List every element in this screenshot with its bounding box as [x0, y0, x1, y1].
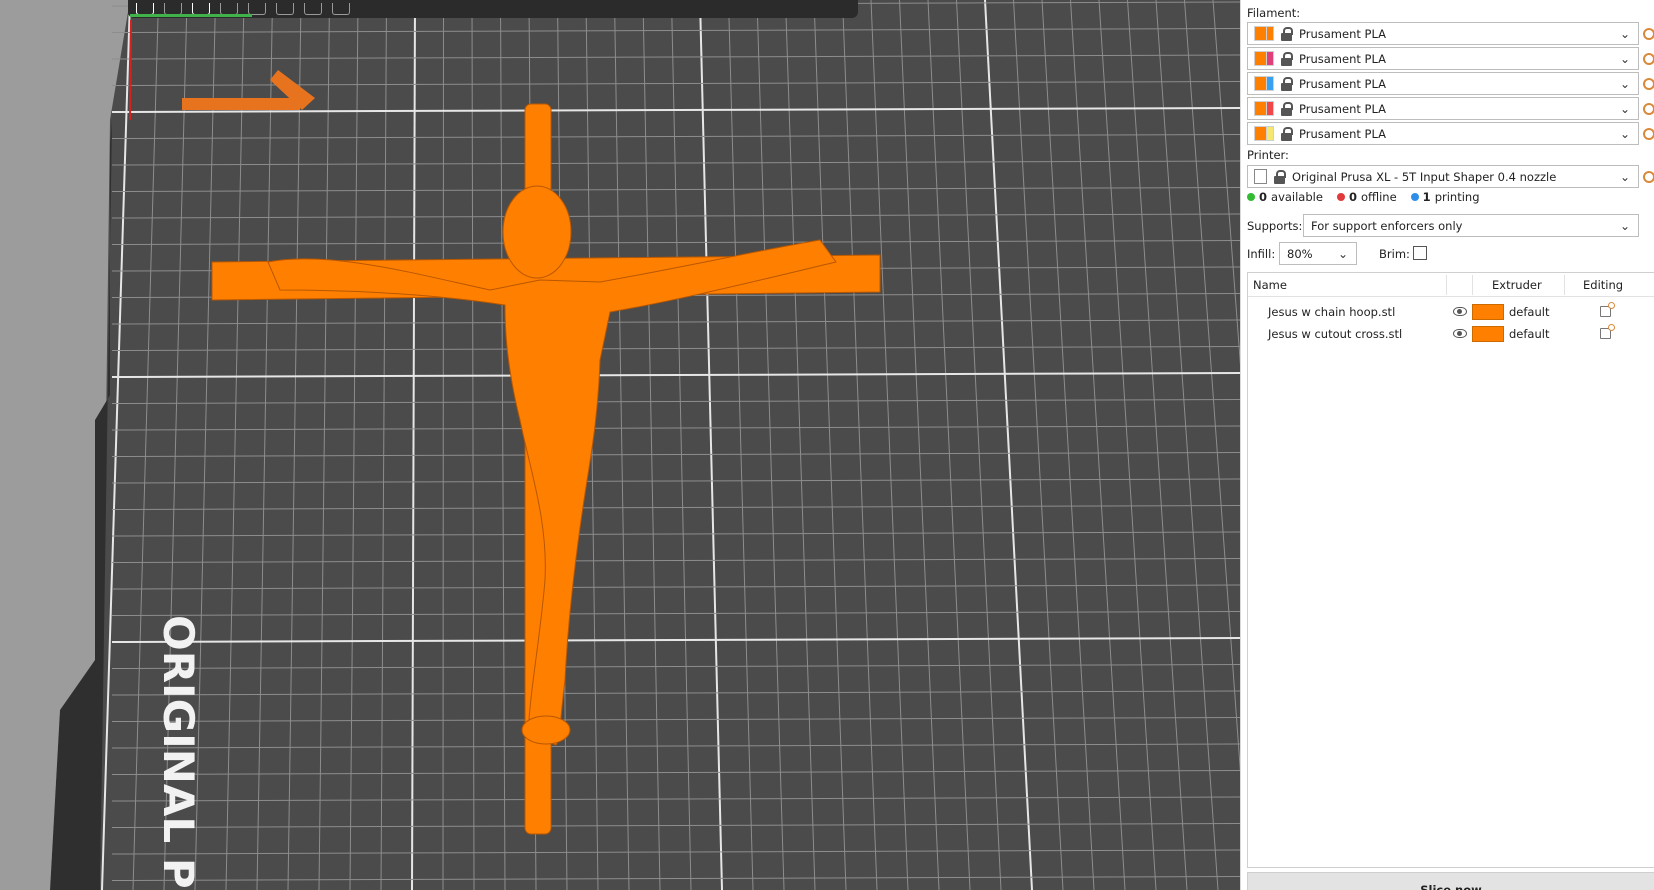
printer-combo[interactable]: Original Prusa XL - 5T Input Shaper 0.4 … — [1247, 165, 1639, 188]
filament-name: Prusament PLA — [1299, 126, 1386, 141]
eye-icon[interactable] — [1453, 329, 1467, 338]
grid-line — [442, 0, 444, 890]
lock-icon — [1280, 101, 1293, 116]
extruder-swatch[interactable] — [1472, 326, 1504, 342]
figure-head — [502, 185, 572, 279]
infill-label: Infill: — [1247, 247, 1276, 261]
bed-surface — [100, 0, 1240, 890]
filament-combo-3[interactable]: Prusament PLA ⌄ — [1247, 72, 1639, 95]
chevron-down-icon[interactable]: ⌄ — [1620, 170, 1630, 184]
printer-icon — [1254, 169, 1267, 184]
scene-canvas[interactable]: ORIGINAL PR — [0, 0, 1240, 890]
chevron-down-icon[interactable]: ⌄ — [1620, 219, 1630, 233]
column-name[interactable]: Name — [1253, 278, 1287, 292]
chevron-down-icon[interactable]: ⌄ — [1620, 27, 1630, 41]
lock-icon — [1280, 76, 1293, 91]
filament-name: Prusament PLA — [1299, 51, 1386, 66]
edit-settings-icon[interactable] — [1600, 302, 1615, 317]
filament-combo-1[interactable]: Prusament PLA ⌄ — [1247, 22, 1639, 45]
extruder-value[interactable]: default — [1509, 305, 1549, 319]
infill-value: 80% — [1287, 246, 1313, 261]
extruder-color-swatch — [1266, 51, 1274, 66]
extruder-color-swatch — [1266, 76, 1274, 91]
extruder-color-swatch — [1266, 26, 1274, 41]
filament-combo-4[interactable]: Prusament PLA ⌄ — [1247, 97, 1639, 120]
status-printing: 1 printing — [1410, 190, 1480, 204]
supports-label: Supports: — [1247, 219, 1303, 233]
infill-select[interactable]: 80% ⌄ — [1279, 242, 1357, 265]
filament-name: Prusament PLA — [1299, 101, 1386, 116]
status-dot-icon — [1410, 193, 1419, 201]
status-dot-icon — [1336, 193, 1345, 201]
filament-settings-gear-icon[interactable] — [1643, 28, 1654, 40]
printer-name: Original Prusa XL - 5T Input Shaper 0.4 … — [1292, 169, 1557, 184]
eye-icon[interactable] — [1453, 307, 1467, 316]
extruder-swatch[interactable] — [1472, 304, 1504, 320]
lock-icon — [1280, 126, 1293, 141]
filament-label: Filament: — [1247, 6, 1301, 20]
extruder-color-swatch — [1266, 126, 1274, 141]
printer-settings-gear-icon[interactable] — [1643, 171, 1654, 183]
filament-settings-gear-icon[interactable] — [1643, 128, 1654, 140]
column-divider — [1446, 275, 1447, 295]
filament-name: Prusament PLA — [1299, 26, 1386, 41]
filament-name: Prusament PLA — [1299, 76, 1386, 91]
extruder-color-swatch — [1266, 101, 1274, 116]
brim-label: Brim: — [1379, 247, 1410, 261]
chevron-down-icon[interactable]: ⌄ — [1338, 247, 1348, 261]
filament-settings-gear-icon[interactable] — [1643, 78, 1654, 90]
printer-label: Printer: — [1247, 148, 1289, 162]
lock-icon — [1280, 51, 1293, 66]
lock-icon — [1280, 26, 1293, 41]
chevron-down-icon[interactable]: ⌄ — [1620, 127, 1630, 141]
chevron-down-icon[interactable]: ⌄ — [1620, 102, 1630, 116]
split-icon[interactable] — [304, 3, 322, 15]
table-row[interactable]: Jesus w chain hoop.stl default — [1248, 301, 1654, 323]
bed-label-text: ORIGINAL PR — [154, 615, 203, 890]
lock-icon — [1273, 169, 1286, 184]
toolbar-active-indicator — [130, 14, 252, 17]
extruder-value[interactable]: default — [1509, 327, 1549, 341]
status-offline: 0 offline — [1336, 190, 1397, 204]
object-name: Jesus w chain hoop.stl — [1268, 305, 1396, 319]
table-row[interactable]: Jesus w cutout cross.stl default — [1248, 323, 1654, 345]
status-available: 0 available — [1247, 190, 1323, 204]
chevron-down-icon[interactable]: ⌄ — [1620, 52, 1630, 66]
edit-settings-icon[interactable] — [1600, 324, 1615, 339]
status-dot-icon — [1247, 193, 1255, 201]
filament-settings-gear-icon[interactable] — [1643, 103, 1654, 115]
object-list: Name Extruder Editing Jesus w chain hoop… — [1247, 272, 1654, 868]
column-editing[interactable]: Editing — [1583, 278, 1623, 292]
column-divider — [1472, 275, 1473, 295]
brim-checkbox[interactable] — [1413, 246, 1427, 260]
filament-settings-gear-icon[interactable] — [1643, 53, 1654, 65]
supports-select[interactable]: For support enforcers only ⌄ — [1303, 214, 1639, 237]
filament-combo-5[interactable]: Prusament PLA ⌄ — [1247, 122, 1639, 145]
sidebar-panel: Filament: Prusament PLA ⌄ Prusament PLA ⌄ Pr… — [1240, 0, 1654, 890]
chevron-down-icon[interactable]: ⌄ — [1620, 77, 1630, 91]
printer-status-row: 0 available 0 offline 1 printing — [1247, 190, 1494, 204]
supports-value: For support enforcers only — [1311, 218, 1463, 233]
column-divider — [1564, 275, 1565, 295]
filament-combo-2[interactable]: Prusament PLA ⌄ — [1247, 47, 1639, 70]
slice-now-button[interactable]: Slice now — [1247, 872, 1654, 890]
instances-icon[interactable] — [276, 3, 294, 15]
3d-viewport[interactable]: ORIGINAL PR — [0, 0, 1240, 890]
layers-icon[interactable] — [332, 3, 350, 15]
object-name: Jesus w cutout cross.stl — [1268, 327, 1403, 341]
column-extruder[interactable]: Extruder — [1492, 278, 1542, 292]
x-axis-line — [129, 19, 132, 121]
figure-feet — [521, 715, 571, 745]
object-list-header: Name Extruder Editing — [1248, 273, 1654, 297]
